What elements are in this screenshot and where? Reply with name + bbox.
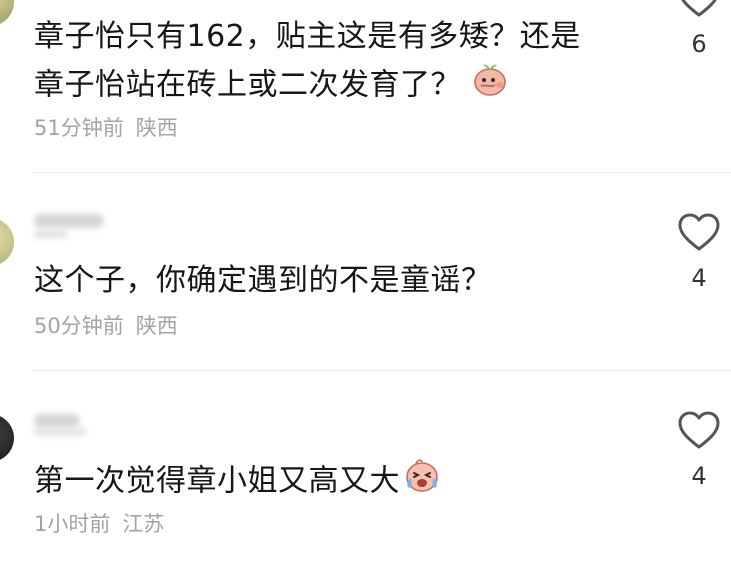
comment-time: 1小时前 <box>34 512 111 536</box>
comment-text: 这个子，你确定遇到的不是童谣？ <box>34 263 492 298</box>
comment-time: 50分钟前 <box>34 314 124 338</box>
like-button[interactable]: 6 <box>675 0 723 58</box>
heart-outline-icon[interactable] <box>677 410 721 450</box>
crying-face-emoji <box>402 456 442 508</box>
comment-location: 江苏 <box>122 512 165 536</box>
comment-meta: 1小时前 江苏 <box>34 508 164 538</box>
like-count: 4 <box>691 462 707 490</box>
comment-meta: 50分钟前 陕西 <box>34 310 178 340</box>
username-blurred[interactable] <box>34 214 104 228</box>
heart-outline-icon[interactable] <box>677 212 721 252</box>
like-count: 4 <box>691 264 707 292</box>
comment-text: 章子怡只有162，贴主这是有多矮？还是 章子怡站在砖上或二次发育了？ <box>34 14 581 112</box>
comment-location: 陕西 <box>135 116 178 140</box>
comment-meta: 51分钟前 陕西 <box>34 112 178 142</box>
avatar[interactable] <box>0 218 14 266</box>
peach-face-emoji <box>471 60 509 112</box>
like-count: 6 <box>691 30 707 58</box>
like-button[interactable]: 4 <box>675 212 723 292</box>
heart-outline-icon[interactable] <box>677 0 721 18</box>
avatar[interactable] <box>0 0 14 26</box>
comment-text-line: 章子怡站在砖上或二次发育了？ <box>34 60 581 112</box>
comment-time: 51分钟前 <box>34 116 124 140</box>
avatar[interactable] <box>0 414 14 462</box>
like-button[interactable]: 4 <box>675 410 723 490</box>
comment-text-line: 第一次觉得章小姐又高又大 <box>34 463 400 499</box>
username-blurred <box>34 230 68 238</box>
divider <box>34 172 731 173</box>
username-blurred[interactable] <box>34 414 80 428</box>
username-blurred <box>34 428 86 436</box>
comment-location: 陕西 <box>135 314 178 338</box>
comment-text-line: 章子怡只有162，贴主这是有多矮？还是 <box>34 19 581 54</box>
comment-text: 第一次觉得章小姐又高又大 <box>34 456 442 508</box>
divider <box>34 370 731 371</box>
